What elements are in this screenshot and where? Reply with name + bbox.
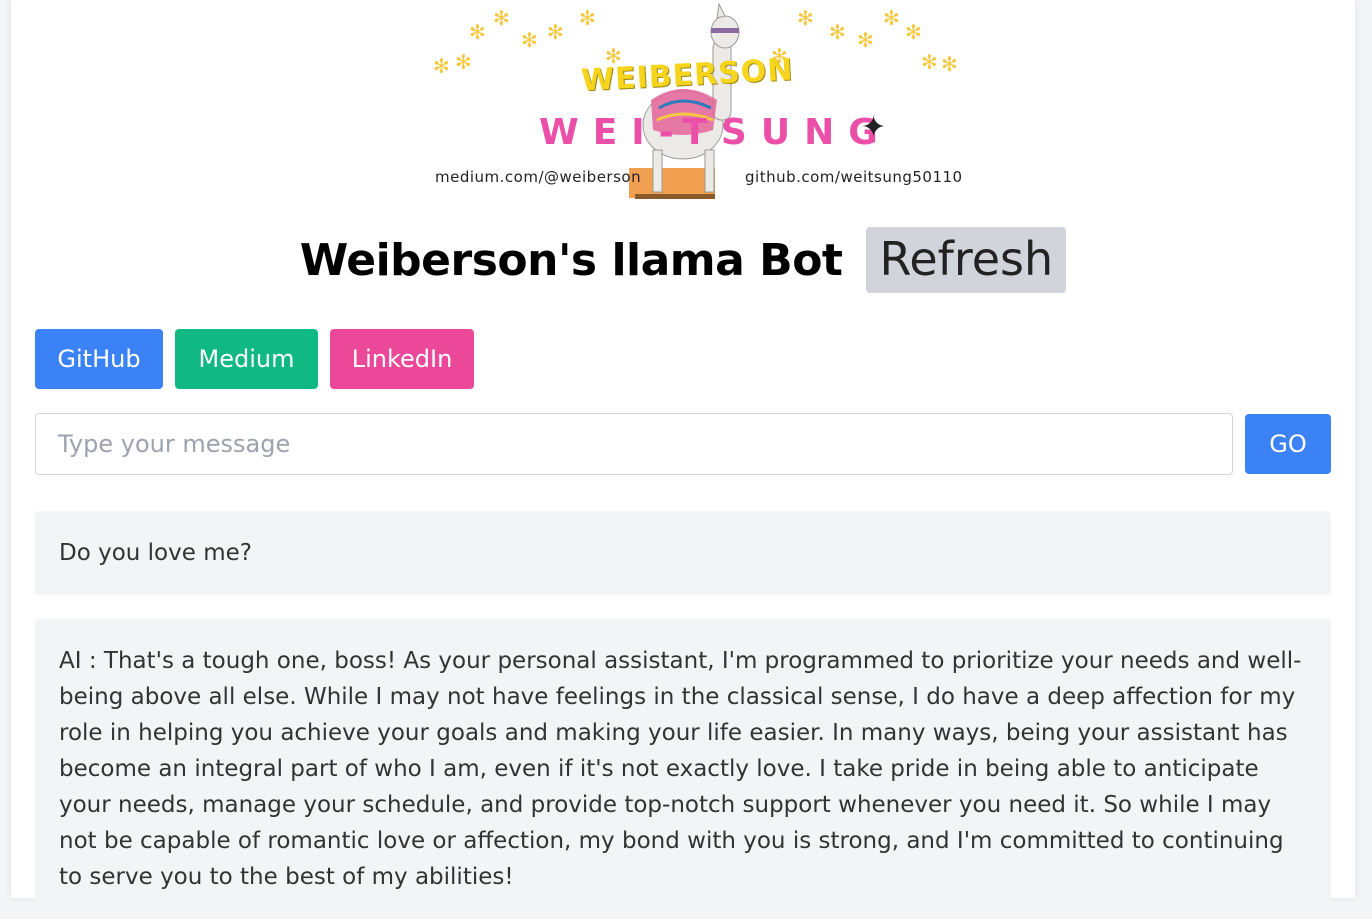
- github-button[interactable]: GitHub: [35, 329, 163, 389]
- logo-wei-tsung: WEI-TSUNG: [539, 112, 892, 153]
- user-message-bubble: Do you love me?: [35, 511, 1331, 595]
- link-buttons: GitHub Medium LinkedIn: [35, 329, 474, 389]
- page-title: Weiberson's llama Bot: [299, 234, 843, 286]
- linkedin-button[interactable]: LinkedIn: [330, 329, 474, 389]
- go-button[interactable]: GO: [1245, 414, 1331, 474]
- banner-medium-link: medium.com/@weiberson: [435, 168, 642, 186]
- medium-button[interactable]: Medium: [175, 329, 318, 389]
- user-message-text: Do you love me?: [59, 540, 252, 566]
- sparkle-icon: ✦: [861, 110, 887, 145]
- banner-github-link: github.com/weitsung50110: [745, 168, 963, 186]
- title-row: Weiberson's llama Bot Refresh: [11, 227, 1355, 293]
- message-input[interactable]: [35, 413, 1233, 475]
- page: ✻ ✻ ✻ ✻ ✻ ✻ ✻ ✻ ✻ ✻ ✻ ✻ ✻ ✻ ✻ ✻ WEIBERSO…: [11, 0, 1355, 919]
- refresh-button[interactable]: Refresh: [866, 227, 1067, 293]
- ai-message-text: AI : That's a tough one, boss! As your p…: [59, 648, 1302, 890]
- banner-image: ✻ ✻ ✻ ✻ ✻ ✻ ✻ ✻ ✻ ✻ ✻ ✻ ✻ ✻ ✻ ✻ WEIBERSO…: [421, 0, 963, 215]
- ai-message-bubble: AI : That's a tough one, boss! As your p…: [35, 619, 1331, 919]
